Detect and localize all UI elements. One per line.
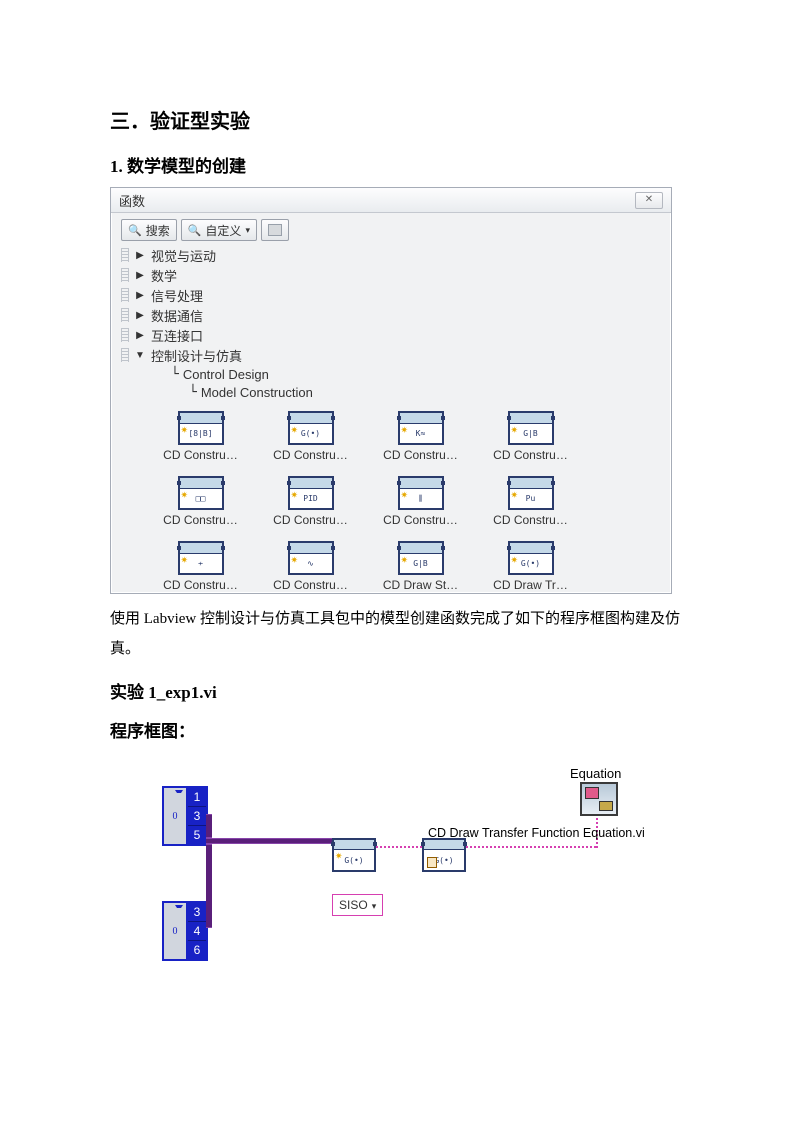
vi-label: CD Draw St… [383, 578, 458, 592]
wire-pink [376, 846, 422, 848]
palette-vi-icon[interactable]: ✷[8|B]CD Constru… [153, 411, 248, 462]
palette-titlebar: 函数 ✕ [111, 188, 671, 213]
expand-icon: ▶ [135, 330, 145, 341]
palette-vi-icon[interactable]: ✷G(•)CD Constru… [263, 411, 358, 462]
search-icon: 🔍 [128, 224, 142, 237]
wire [206, 814, 212, 838]
vi-label: CD Constru… [493, 513, 568, 527]
category-label: 互连接口 [151, 326, 203, 345]
search-button[interactable]: 🔍 搜索 [121, 219, 177, 241]
customize-button[interactable]: 🔍 自定义 ▾ [181, 219, 257, 241]
expand-icon: ▶ [135, 250, 145, 261]
palette-toolbar: 🔍 搜索 🔍 自定义 ▾ [121, 219, 661, 241]
category-row[interactable]: ▶ 数据通信 [121, 305, 661, 325]
vi-label: CD Constru… [383, 448, 458, 462]
subtree-item[interactable]: └ Model Construction [121, 383, 661, 401]
expand-icon: ▶ [135, 290, 145, 301]
vi-label: CD Constru… [493, 448, 568, 462]
category-row[interactable]: ▶ 视觉与运动 [121, 245, 661, 265]
palette-vi-icon[interactable]: ✷PuCD Constru… [483, 476, 578, 527]
pin-icon [268, 224, 282, 236]
expand-icon: ▶ [135, 270, 145, 281]
vi-label: CD Constru… [273, 448, 348, 462]
tree-branch-icon: └ [171, 367, 179, 382]
subtree-label: Control Design [183, 367, 269, 382]
category-label: 数据通信 [151, 306, 203, 325]
tree-branch-icon: └ [189, 385, 197, 400]
array-cell: 6 [188, 941, 206, 959]
body-paragraph: 使用 Labview 控制设计与仿真工具包中的模型创建函数完成了如下的程序框图构… [110, 604, 703, 664]
palette-icon-grid: ✷[8|B]CD Constru… ✷G(•)CD Constru… ✷K≈CD… [153, 411, 661, 592]
siso-enum-constant: SISO [332, 894, 383, 916]
pin-button[interactable] [261, 219, 289, 241]
heading-subsection: 1. 数学模型的创建 [110, 152, 703, 177]
array-cell: 1 [188, 788, 206, 807]
category-label: 视觉与运动 [151, 246, 216, 265]
palette-title: 函数 [119, 191, 145, 210]
category-row[interactable]: ▶ 数学 [121, 265, 661, 285]
category-label: 信号处理 [151, 286, 203, 305]
category-label: 数学 [151, 266, 177, 285]
array-index: 0 [164, 903, 188, 959]
grip-icon [121, 308, 129, 322]
cd-draw-tf-node: G(•) [422, 838, 466, 872]
expand-icon: ▶ [135, 310, 145, 321]
palette-vi-icon[interactable]: ✷≁CD Constru… [153, 541, 248, 592]
block-diagram: 0 1 3 5 0 3 4 6 ✷ G(•) [110, 766, 670, 996]
close-icon[interactable]: ✕ [635, 192, 663, 209]
experiment-title: 实验 1_exp1.vi [110, 678, 703, 703]
vi-label: CD Constru… [163, 513, 238, 527]
array-cell: 5 [188, 826, 206, 844]
grip-icon [121, 288, 129, 302]
array-constant-2: 0 3 4 6 [162, 901, 208, 961]
array-cell: 3 [188, 807, 206, 826]
palette-vi-icon[interactable]: ✷⫼CD Constru… [373, 476, 468, 527]
grip-icon [121, 268, 129, 282]
vi-label: CD Constru… [273, 513, 348, 527]
palette-vi-icon[interactable]: ✷G|BCD Draw St… [373, 541, 468, 592]
grip-icon [121, 328, 129, 342]
hand-icon [427, 857, 437, 868]
array-cell: 3 [188, 903, 206, 922]
subtree-item[interactable]: └ Control Design [121, 365, 661, 383]
category-row-expanded[interactable]: ▼ 控制设计与仿真 [121, 345, 661, 365]
wire-pink [466, 846, 596, 848]
palette-vi-icon[interactable]: ✷G|BCD Constru… [483, 411, 578, 462]
vi-label: CD Constru… [163, 578, 238, 592]
wire [206, 844, 212, 928]
collapse-icon: ▼ [135, 350, 145, 361]
grip-icon [121, 248, 129, 262]
palette-vi-icon[interactable]: ✷□□CD Constru… [153, 476, 248, 527]
array-cell: 4 [188, 922, 206, 941]
wrench-icon: 🔍 [188, 224, 202, 237]
category-row[interactable]: ▶ 互连接口 [121, 325, 661, 345]
vi-label: CD Constru… [383, 513, 458, 527]
palette-vi-icon[interactable]: ✷K≈CD Constru… [373, 411, 468, 462]
grip-icon [121, 348, 129, 362]
wire [206, 838, 336, 844]
array-index: 0 [164, 788, 188, 844]
functions-palette-window: 函数 ✕ 🔍 搜索 🔍 自定义 ▾ [110, 187, 672, 594]
palette-vi-icon[interactable]: ✷PIDCD Constru… [263, 476, 358, 527]
vi-caption: CD Draw Transfer Function Equation.vi [428, 826, 645, 840]
palette-vi-icon[interactable]: ✷∿CD Constru… [263, 541, 358, 592]
cd-construct-tf-node: ✷ G(•) [332, 838, 376, 872]
heading-section: 三．验证型实验 [110, 105, 703, 134]
vi-label: CD Constru… [273, 578, 348, 592]
category-row[interactable]: ▶ 信号处理 [121, 285, 661, 305]
palette-vi-icon[interactable]: ✷G(•)CD Draw Tr… [483, 541, 578, 592]
vi-label: CD Draw Tr… [493, 578, 568, 592]
block-diagram-heading: 程序框图： [110, 717, 703, 742]
subtree-label: Model Construction [201, 385, 313, 400]
array-constant-1: 0 1 3 5 [162, 786, 208, 846]
search-label: 搜索 [146, 222, 170, 239]
equation-label: Equation [570, 766, 621, 781]
equation-indicator [580, 782, 618, 816]
vi-label: CD Constru… [163, 448, 238, 462]
category-label: 控制设计与仿真 [151, 346, 242, 365]
customize-label: 自定义 [205, 222, 241, 239]
